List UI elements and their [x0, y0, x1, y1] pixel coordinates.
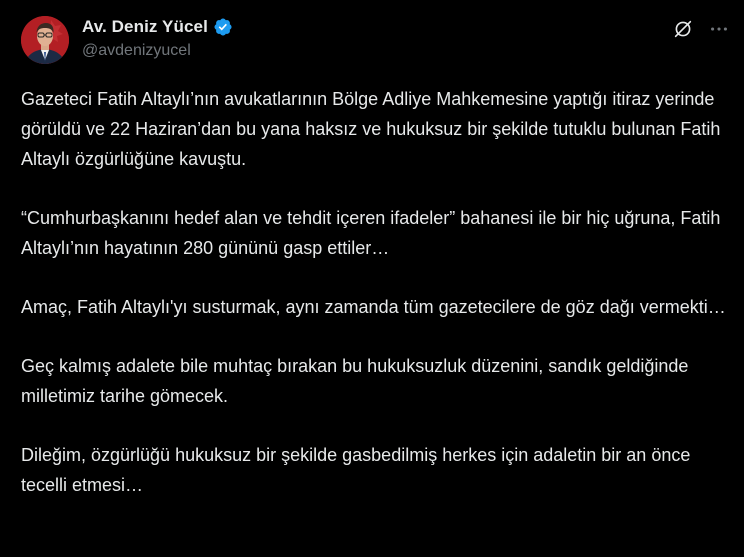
handle[interactable]: @avdenizyucel [82, 42, 233, 60]
grok-icon[interactable] [672, 18, 694, 40]
tweet: Av. Deniz Yücel @avdenizyucel Gazeteci F… [0, 0, 744, 557]
author-header: Av. Deniz Yücel @avdenizyucel [82, 16, 233, 60]
post-paragraph: “Cumhurbaşkanını hedef alan ve tehdit iç… [21, 208, 721, 258]
top-actions [672, 18, 730, 40]
more-icon[interactable] [708, 18, 730, 40]
display-name[interactable]: Av. Deniz Yücel [82, 17, 208, 37]
post-paragraph: Geç kalmış adalete bile muhtaç bırakan b… [21, 356, 689, 406]
name-row: Av. Deniz Yücel [82, 16, 233, 38]
verified-badge-icon[interactable] [213, 17, 233, 37]
avatar-image [21, 16, 69, 64]
avatar[interactable] [21, 16, 69, 64]
post-paragraph: Dileğim, özgürlüğü hukuksuz bir şekilde … [21, 445, 691, 495]
post-paragraph: Gazeteci Fatih Altaylı’nın avukatlarının… [21, 89, 721, 169]
post-text: Gazeteci Fatih Altaylı’nın avukatlarının… [21, 84, 733, 529]
post-paragraph: Amaç, Fatih Altaylı'yı susturmak, aynı z… [21, 297, 726, 317]
